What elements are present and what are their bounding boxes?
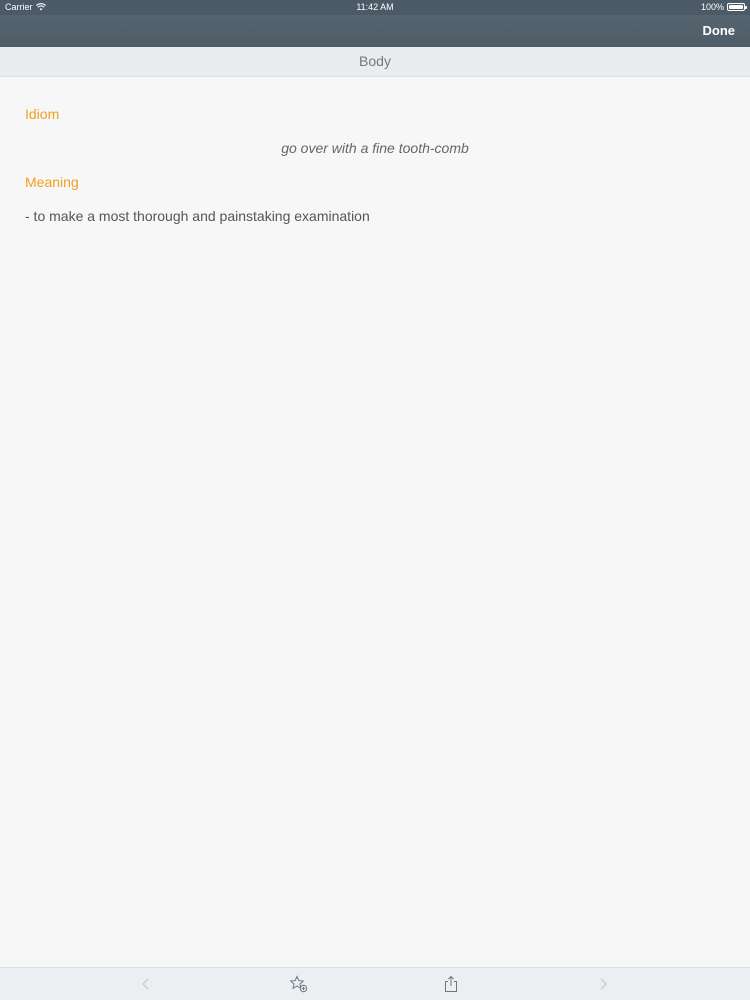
idiom-label: Idiom	[25, 106, 60, 122]
battery-percent: 100%	[700, 2, 724, 12]
battery-icon	[727, 3, 747, 11]
favorite-button[interactable]	[284, 968, 314, 1000]
navigation-bar: Done	[0, 15, 750, 47]
share-icon	[445, 975, 457, 992]
back-chevron-icon	[142, 978, 149, 990]
status-time: 11:42 AM	[356, 2, 394, 12]
meaning-label: Meaning	[25, 174, 79, 190]
star-add-icon	[289, 975, 308, 993]
section-header: Body	[0, 47, 750, 77]
battery-indicator: 100%	[700, 2, 747, 12]
idiom-text: go over with a fine tooth-comb	[281, 140, 469, 156]
forward-button[interactable]	[588, 968, 618, 1000]
section-title: Body	[359, 53, 391, 69]
meaning-text: - to make a most thorough and painstakin…	[25, 208, 370, 224]
bottom-toolbar	[0, 967, 750, 1000]
back-button[interactable]	[131, 968, 161, 1000]
done-button[interactable]: Done	[703, 23, 736, 38]
forward-chevron-icon	[600, 978, 607, 990]
share-button[interactable]	[436, 968, 466, 1000]
status-bar: Carrier 11:42 AM 100%	[0, 0, 750, 15]
